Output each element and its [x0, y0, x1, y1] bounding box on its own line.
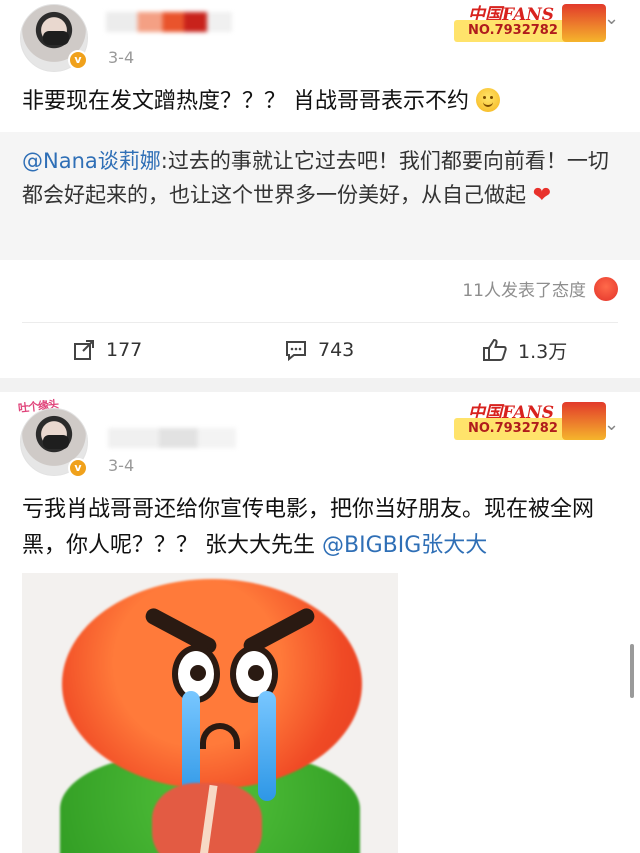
- gate-icon: [562, 402, 606, 440]
- weibo-post-1: v 3-4 中国FANS NO.7932782 ⌄ 非要现在发文蹭热度？？？ 肖…: [0, 0, 640, 378]
- post-text-body: 非要现在发文蹭热度？？？ 肖战哥哥表示不约: [22, 89, 469, 114]
- verified-badge-icon: v: [68, 50, 88, 70]
- post-time: 3-4: [108, 48, 135, 67]
- repost-button[interactable]: 177: [72, 332, 142, 368]
- chevron-down-icon[interactable]: ⌄: [604, 8, 619, 29]
- comment-count: 743: [318, 339, 355, 361]
- tear-right: [258, 691, 276, 801]
- post-text: 非要现在发文蹭热度？？？ 肖战哥哥表示不约: [22, 84, 622, 120]
- angry-emoji-icon: [594, 277, 618, 301]
- verified-badge-icon: v: [68, 458, 88, 478]
- reactions-text: 11人发表了态度: [462, 281, 586, 301]
- post-text: 亏我肖战哥哥还给你宣传电影，把你当好朋友。现在被全网黑，你人呢？？？ 张大大先生…: [22, 492, 622, 564]
- post-text-body: 亏我肖战哥哥还给你宣传电影，把你当好朋友。现在被全网黑，你人呢？？？ 张大大先生: [22, 497, 595, 558]
- fans-badge[interactable]: 中国FANS NO.7932782: [454, 398, 606, 442]
- gate-icon: [562, 4, 606, 42]
- post-actions: 177 743 1.3万: [0, 332, 640, 368]
- fans-number: NO.7932782: [454, 20, 570, 42]
- mention-link[interactable]: @BIGBIG张大大: [322, 533, 487, 558]
- repost-mention-link[interactable]: @Nana谈莉娜: [22, 149, 161, 173]
- weibo-post-2: 吐个缘头 v 3-4 中国FANS NO.7932782 ⌄ 亏我肖战哥哥还给你…: [0, 392, 640, 853]
- scrollbar-thumb[interactable]: [630, 644, 634, 698]
- chevron-down-icon[interactable]: ⌄: [604, 414, 619, 435]
- username-blurred[interactable]: [108, 428, 236, 448]
- post-image[interactable]: [22, 573, 398, 853]
- repost-block[interactable]: @Nana谈莉娜:过去的事就让它过去吧！我们都要向前看！一切都会好起来的，也让这…: [0, 132, 640, 260]
- comment-button[interactable]: 743: [284, 332, 354, 368]
- comment-icon: [286, 341, 306, 362]
- heart-icon: ❤: [532, 183, 552, 208]
- thumbs-up-icon: [483, 338, 507, 361]
- reactions-summary[interactable]: 11人发表了态度: [462, 276, 618, 301]
- post-time: 3-4: [108, 456, 135, 475]
- fans-number: NO.7932782: [454, 418, 570, 440]
- fans-badge[interactable]: 中国FANS NO.7932782: [454, 0, 606, 44]
- username-blurred[interactable]: [106, 12, 232, 32]
- repost-icon: [74, 340, 94, 360]
- divider: [22, 322, 618, 323]
- like-button[interactable]: 1.3万: [482, 332, 567, 368]
- like-count: 1.3万: [518, 340, 568, 363]
- post-separator: [0, 378, 640, 392]
- repost-text: @Nana谈莉娜:过去的事就让它过去吧！我们都要向前看！一切都会好起来的，也让这…: [22, 144, 618, 213]
- smile-emoji-icon: [476, 88, 500, 112]
- repost-count: 177: [106, 339, 143, 361]
